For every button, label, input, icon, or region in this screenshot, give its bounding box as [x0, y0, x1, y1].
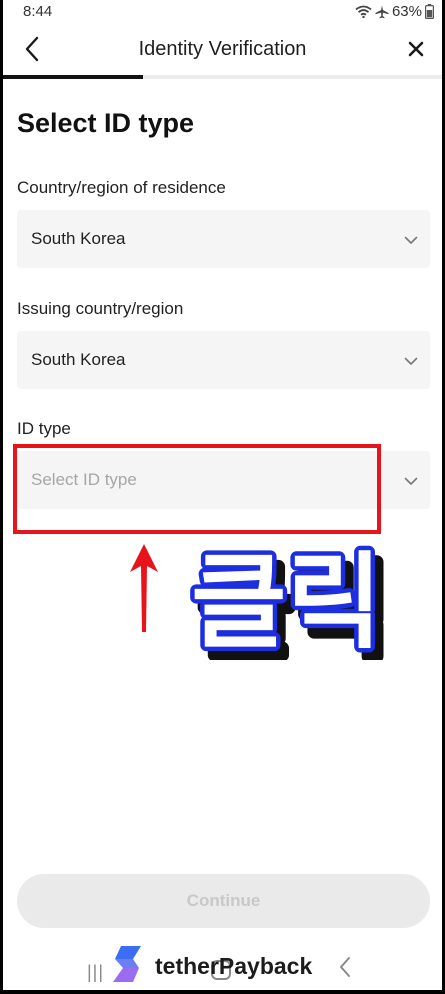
residence-select[interactable]: South Korea: [17, 210, 430, 268]
issuing-label: Issuing country/region: [17, 299, 184, 318]
status-time: 8:44: [23, 3, 53, 20]
airplane-icon: [375, 5, 389, 19]
header-title: Identity Verification: [138, 38, 307, 60]
recents-icon[interactable]: |||: [87, 962, 104, 983]
close-icon: [408, 41, 424, 62]
status-bar: 8:44 63%: [3, 0, 442, 24]
id-type-select[interactable]: Select ID type: [17, 451, 430, 509]
page-title: Select ID type: [17, 108, 195, 138]
app-header: Identity Verification: [3, 24, 442, 79]
issuing-value: South Korea: [31, 350, 126, 369]
progress-bar-fill: [3, 75, 144, 79]
continue-button[interactable]: Continue: [17, 874, 430, 928]
annotation-arrow-up-icon: [128, 542, 160, 639]
id-type-label: ID type: [17, 419, 71, 438]
watermark: tetherPayback: [111, 944, 312, 989]
chevron-down-icon: [404, 473, 418, 491]
tetherpayback-logo-icon: [111, 944, 145, 989]
residence-value: South Korea: [31, 229, 126, 248]
chevron-down-icon: [404, 232, 418, 250]
battery-percent: 63%: [391, 3, 422, 20]
nav-back-icon[interactable]: [339, 956, 351, 983]
annotation-click-text: 클릭 클릭: [185, 537, 396, 679]
chevron-down-icon: [404, 353, 418, 371]
residence-label: Country/region of residence: [17, 178, 226, 197]
wifi-icon: [355, 5, 372, 18]
id-type-placeholder: Select ID type: [31, 470, 137, 489]
device-frame: 8:44 63% Identity Verification Select ID…: [0, 0, 445, 994]
annotation-text: 클릭: [191, 541, 382, 660]
battery-icon: [425, 4, 434, 19]
issuing-select[interactable]: South Korea: [17, 331, 430, 389]
watermark-text: tetherPayback: [155, 953, 313, 979]
progress-bar: [3, 75, 442, 79]
status-icons: 63%: [355, 3, 434, 20]
close-button[interactable]: [402, 36, 430, 66]
app-screen: 8:44 63% Identity Verification Select ID…: [3, 0, 442, 990]
